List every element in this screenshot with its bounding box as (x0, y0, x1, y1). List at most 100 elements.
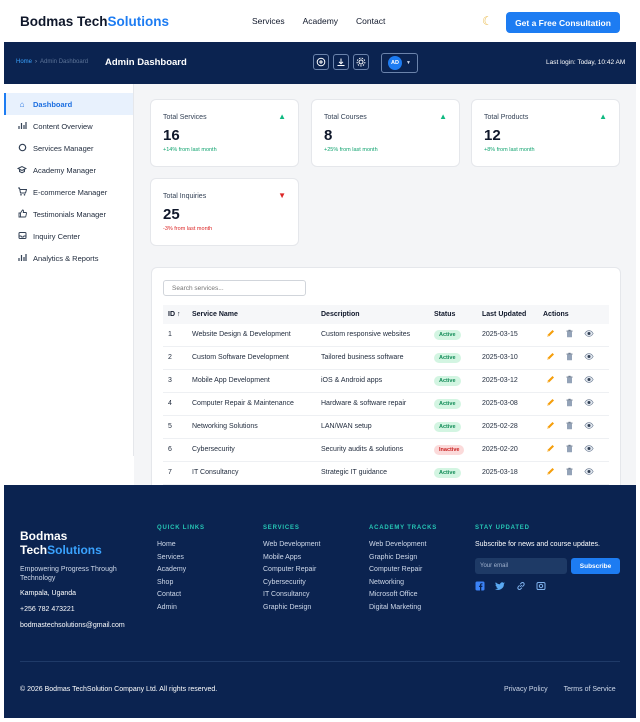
footer-email[interactable]: bodmastechsolutions@gmail.com (20, 622, 125, 629)
footer-column-heading: ACADEMY TRACKS (369, 525, 438, 531)
footer-newsletter: STAY UPDATED (475, 525, 530, 541)
sidebar-item-dashboard[interactable]: ⌂ Dashboard (4, 93, 133, 115)
table-row[interactable]: 2 Custom Software Development Tailored bus… (163, 347, 609, 370)
user-menu[interactable]: AD ▼ (381, 53, 418, 73)
column-header-updated[interactable]: Last Updated (482, 311, 526, 318)
footer-link[interactable]: IT Consultancy (263, 591, 320, 604)
copyright: © 2026 Bodmas TechSolution Company Ltd. … (20, 686, 218, 693)
gear-icon[interactable] (353, 54, 369, 70)
footer-link[interactable]: Services (157, 554, 205, 567)
footer-link[interactable]: Web Development (263, 541, 320, 554)
edit-icon[interactable] (546, 329, 555, 340)
footer-link[interactable]: Academy (157, 566, 205, 579)
view-icon[interactable] (584, 444, 594, 455)
footer-tagline: Empowering Progress Through Technology (20, 566, 117, 582)
moon-icon[interactable]: ☾ (482, 14, 493, 28)
breadcrumb-home[interactable]: Home (16, 59, 32, 65)
footer-link[interactable]: Cybersecurity (263, 579, 320, 592)
sidebar-item-testimonials-manager[interactable]: Testimonials Manager (4, 203, 133, 225)
cell-service-name: Networking Solutions (192, 423, 258, 430)
view-icon[interactable] (584, 398, 594, 409)
footer-brand-line1: Bodmas (20, 529, 68, 543)
table-row[interactable]: 5 Networking Solutions LAN/WAN setup Active… (163, 416, 609, 439)
footer-link[interactable]: Graphic Design (263, 604, 320, 617)
terms-of-service-link[interactable]: Terms of Service (564, 686, 616, 693)
footer-link[interactable]: Computer Repair (263, 566, 320, 579)
view-icon[interactable] (584, 421, 594, 432)
footer-link[interactable]: Digital Marketing (369, 604, 437, 617)
view-icon[interactable] (584, 329, 594, 340)
brand-logo[interactable]: Bodmas TechSolutions (20, 14, 169, 29)
admin-header: Home › Admin Dashboard Admin Dashboard AD … (4, 42, 636, 84)
column-header-status[interactable]: Status (434, 311, 455, 318)
table-row[interactable]: 3 Mobile App Development iOS & Android app… (163, 370, 609, 393)
cell-last-updated: 2025-03-18 (482, 469, 518, 476)
sidebar-item-label: Academy Manager (33, 165, 96, 175)
edit-icon[interactable] (546, 375, 555, 386)
footer-link[interactable]: Computer Repair (369, 566, 437, 579)
footer-link[interactable]: Home (157, 541, 205, 554)
sidebar-item-content-overview[interactable]: Content Overview (4, 115, 133, 137)
delete-icon[interactable] (565, 467, 574, 478)
table-row[interactable]: 4 Computer Repair & Maintenance Hardware &… (163, 393, 609, 416)
newsletter-text: Subscribe for news and course updates. (475, 541, 600, 548)
view-icon[interactable] (584, 375, 594, 386)
sidebar-item-inquiry-center[interactable]: Inquiry Center (4, 225, 133, 247)
sidebar-item-label: Dashboard (33, 99, 73, 109)
view-icon[interactable] (584, 467, 594, 478)
column-header-id[interactable]: ID ↑ (168, 311, 180, 318)
instagram-icon[interactable] (536, 581, 546, 593)
column-header-description[interactable]: Description (321, 311, 360, 318)
facebook-icon[interactable] (475, 581, 485, 593)
column-header-name[interactable]: Service Name (192, 311, 238, 318)
sidebar-item-ecommerce-manager[interactable]: E-commerce Manager (4, 181, 133, 203)
edit-icon[interactable] (546, 444, 555, 455)
consultation-button[interactable]: Get a Free Consultation (506, 12, 620, 33)
cell-last-updated: 2025-03-10 (482, 354, 518, 361)
sidebar-item-label: Inquiry Center (33, 231, 81, 241)
delete-icon[interactable] (565, 329, 574, 340)
sidebar-item-services-manager[interactable]: Services Manager (4, 137, 133, 159)
footer-link[interactable]: Microsoft Office (369, 591, 437, 604)
delete-icon[interactable] (565, 398, 574, 409)
thumbs-up-icon (17, 209, 27, 220)
link-icon[interactable] (516, 581, 526, 593)
sidebar-item-analytics-reports[interactable]: Analytics & Reports (4, 247, 133, 269)
footer-column-heading: STAY UPDATED (475, 525, 530, 531)
twitter-icon[interactable] (495, 581, 506, 593)
table-row[interactable]: 6 Cybersecurity Security audits & solution… (163, 439, 609, 462)
nav-link-services[interactable]: Services (252, 16, 285, 26)
search-input[interactable] (163, 280, 306, 296)
sidebar-item-academy-manager[interactable]: Academy Manager (4, 159, 133, 181)
stat-label: Total Services (163, 114, 207, 121)
download-icon[interactable] (333, 54, 349, 70)
delete-icon[interactable] (565, 444, 574, 455)
nav-link-academy[interactable]: Academy (303, 16, 338, 26)
table-row[interactable]: 1 Website Design & Development Custom resp… (163, 324, 609, 347)
view-icon[interactable] (584, 352, 594, 363)
add-circle-icon[interactable] (313, 54, 329, 70)
footer-link[interactable]: Mobile Apps (263, 554, 320, 567)
footer-link[interactable]: Graphic Design (369, 554, 437, 567)
delete-icon[interactable] (565, 375, 574, 386)
sidebar-item-label: Services Manager (33, 143, 94, 153)
footer-link[interactable]: Web Development (369, 541, 437, 554)
table-header: ID ↑ Service Name Description Status Las… (163, 305, 609, 324)
footer-link[interactable]: Admin (157, 604, 205, 617)
edit-icon[interactable] (546, 398, 555, 409)
subscribe-button[interactable]: Subscribe (571, 558, 620, 574)
sidebar-item-label: Analytics & Reports (33, 253, 99, 263)
footer-link[interactable]: Shop (157, 579, 205, 592)
privacy-policy-link[interactable]: Privacy Policy (504, 686, 548, 693)
trend-down-icon: ▼ (278, 191, 286, 200)
delete-icon[interactable] (565, 352, 574, 363)
edit-icon[interactable] (546, 352, 555, 363)
edit-icon[interactable] (546, 421, 555, 432)
table-row[interactable]: 7 IT Consultancy Strategic IT guidance Acti… (163, 462, 609, 485)
footer-link[interactable]: Networking (369, 579, 437, 592)
edit-icon[interactable] (546, 467, 555, 478)
delete-icon[interactable] (565, 421, 574, 432)
email-field[interactable]: Your email (475, 558, 567, 574)
footer-link[interactable]: Contact (157, 591, 205, 604)
nav-link-contact[interactable]: Contact (356, 16, 385, 26)
